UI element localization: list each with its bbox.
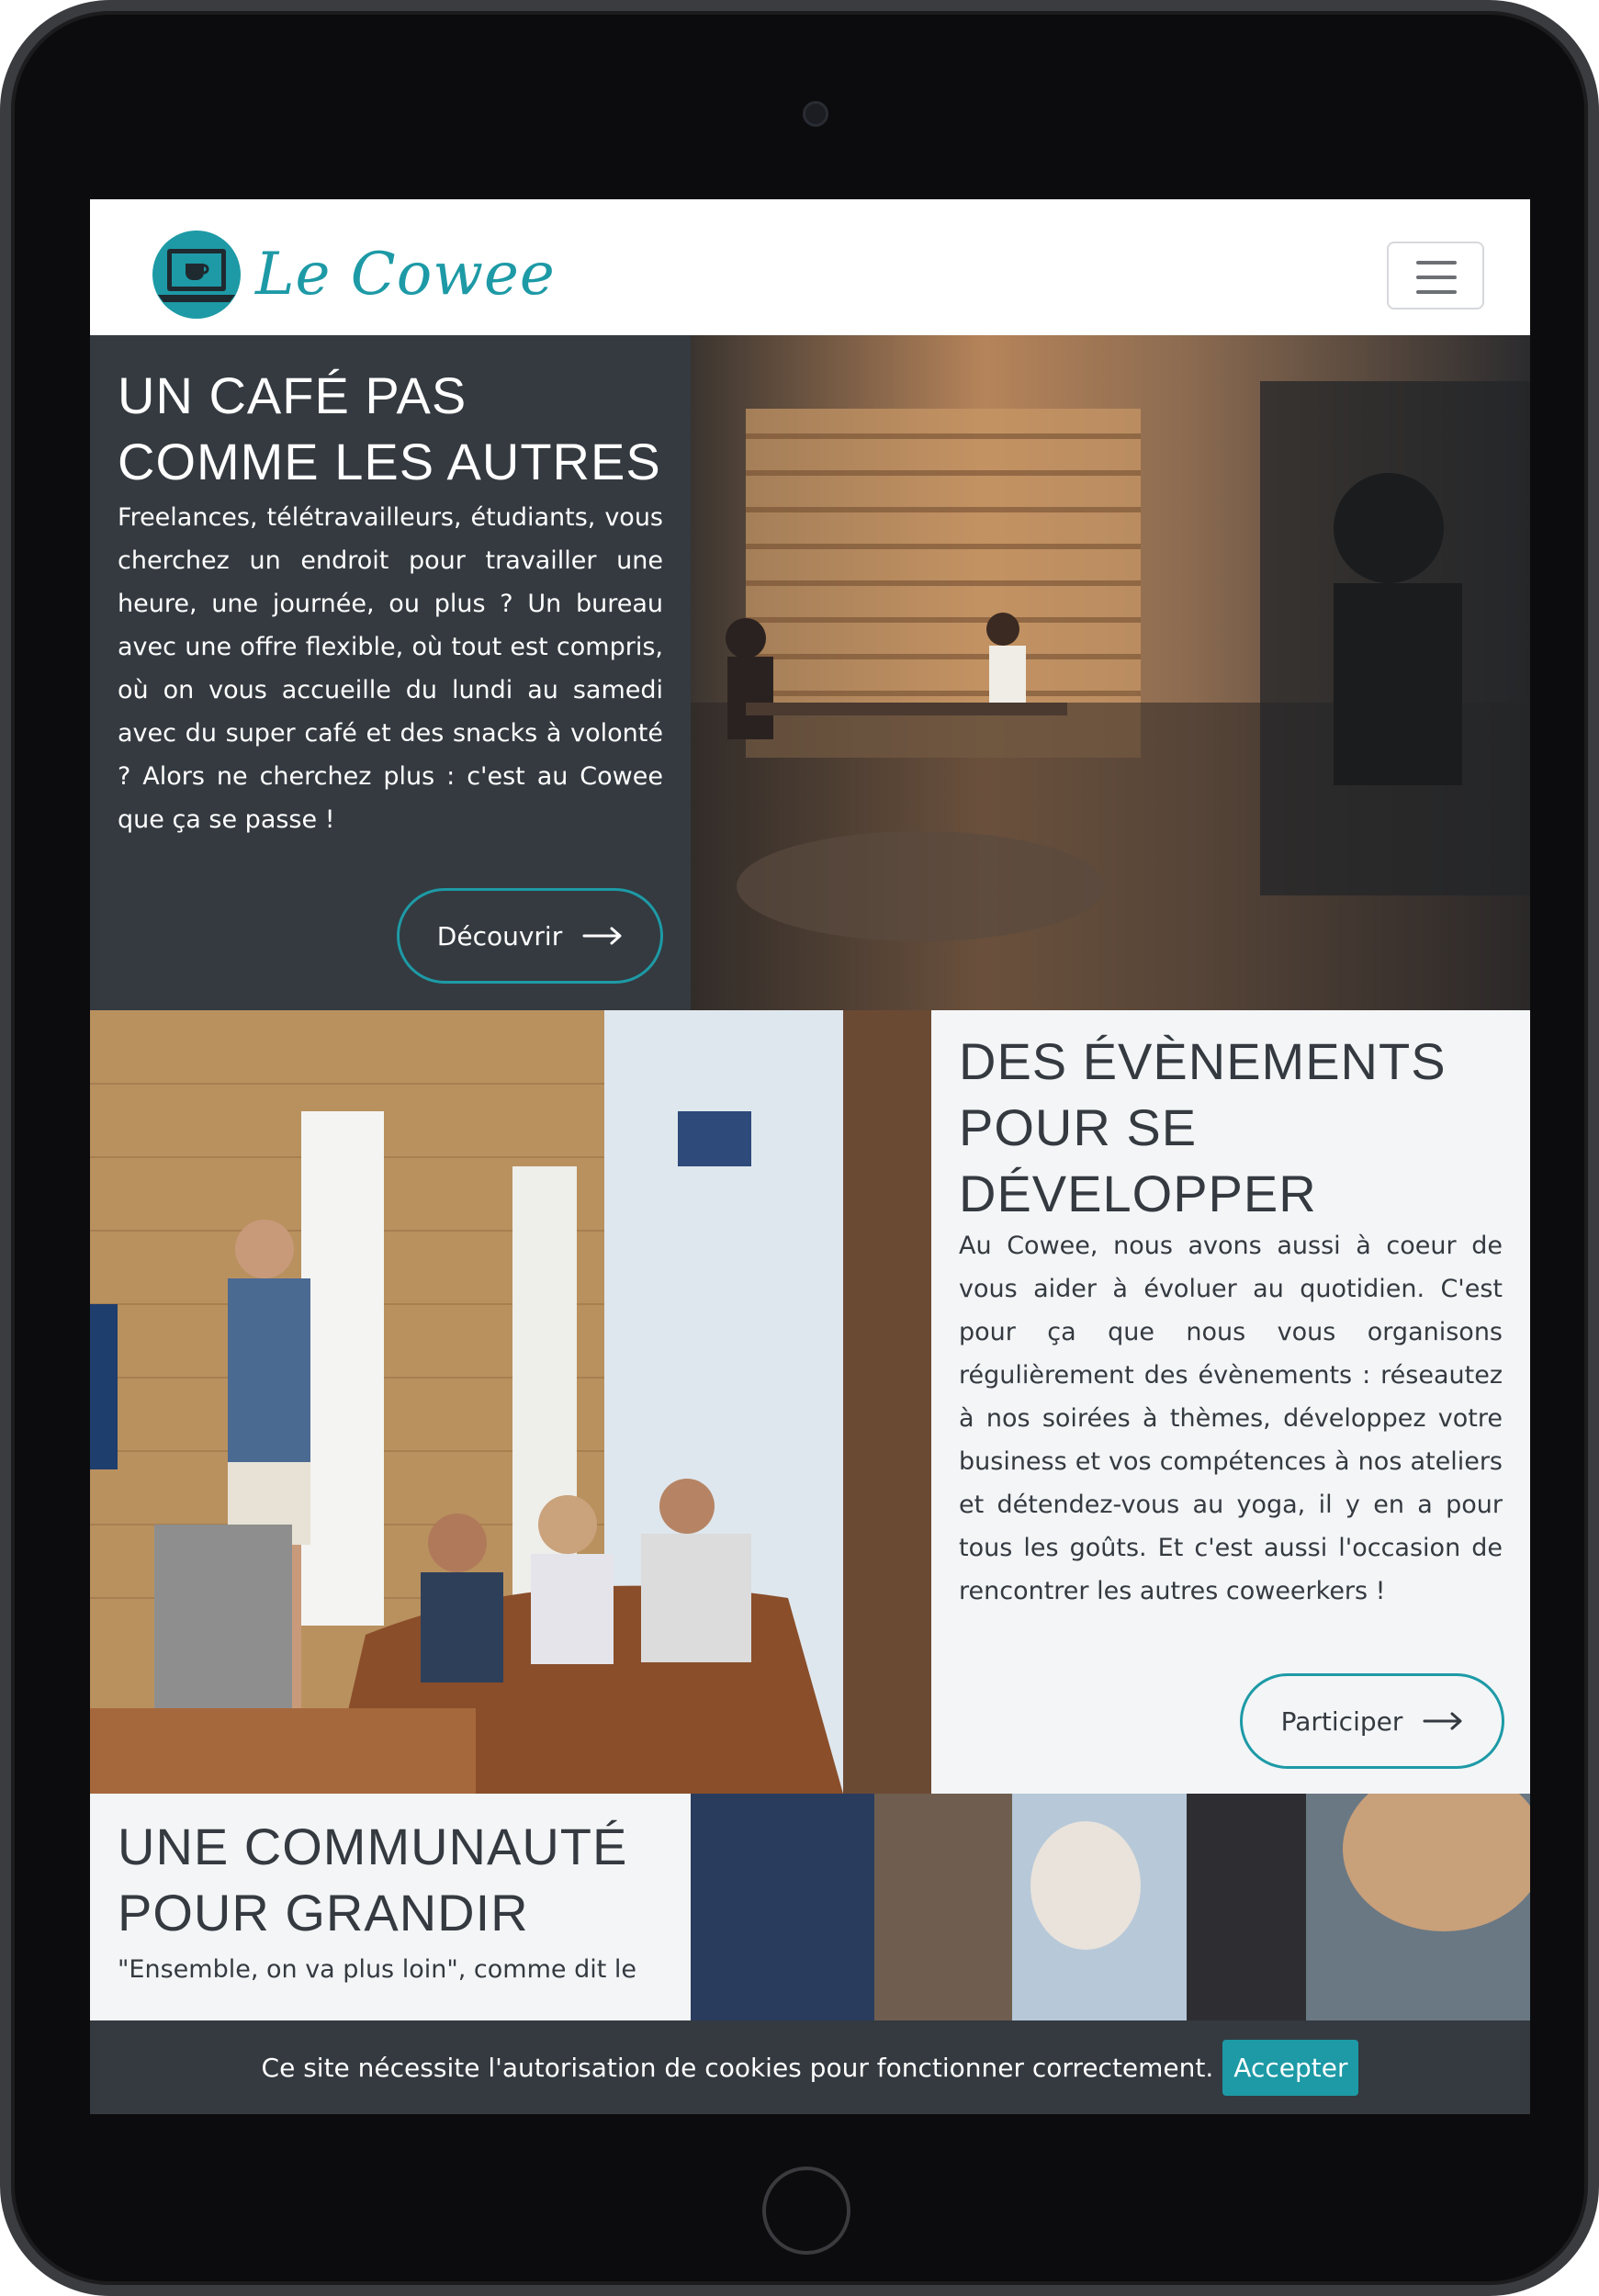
home-button[interactable]	[762, 2167, 850, 2255]
cookie-banner: Ce site nécessite l'autorisation de cook…	[90, 2020, 1530, 2114]
section1-title: UN CAFÉ PAS COMME LES AUTRES	[118, 366, 661, 490]
events-text-panel: DES ÉVÈNEMENTS POUR SE DÉVELOPPER Au Cow…	[931, 1010, 1530, 1794]
accept-cookies-button[interactable]: Accepter	[1222, 2039, 1359, 2096]
event-talk-photo	[90, 1010, 931, 1794]
navbar: Le Cowee	[90, 199, 1530, 335]
cookie-text: Ce site nécessite l'autorisation de cook…	[261, 2052, 1214, 2083]
hamburger-icon	[1416, 261, 1457, 264]
section3-title: UNE COMMUNAUTÉ POUR GRANDIR	[118, 1818, 628, 1941]
participate-button[interactable]: Participer	[1240, 1673, 1504, 1769]
hamburger-line	[1416, 290, 1457, 294]
section3-text: "Ensemble, on va plus loin", comme dit l…	[118, 1955, 637, 1984]
discover-button[interactable]: Découvrir	[397, 888, 663, 984]
section2-text: Au Cowee, nous avons aussi à coeur de vo…	[959, 1232, 1503, 1605]
arrow-right-icon	[1423, 1712, 1462, 1730]
hamburger-line	[1416, 276, 1457, 279]
arrow-right-icon	[582, 927, 622, 945]
hero-text-panel: UN CAFÉ PAS COMME LES AUTRES Freelances,…	[90, 335, 691, 1010]
screen: Le Cowee UN CAFÉ PAS COMME LES AUTRES Fr…	[90, 199, 1530, 2114]
discover-label: Découvrir	[436, 920, 563, 951]
section2-title: DES ÉVÈNEMENTS POUR SE DÉVELOPPER	[959, 1032, 1447, 1222]
tablet-frame: Le Cowee UN CAFÉ PAS COMME LES AUTRES Fr…	[0, 0, 1599, 2296]
coworking-cafe-photo	[691, 335, 1530, 1010]
brand-name: Le Cowee	[255, 241, 556, 309]
section1-text: Freelances, télétravailleurs, étudiants,…	[118, 503, 663, 834]
participate-label: Participer	[1280, 1705, 1403, 1737]
brand-link[interactable]: Le Cowee	[151, 229, 556, 321]
laptop-coffee-icon	[151, 229, 242, 321]
camera-icon	[803, 101, 828, 127]
navbar-toggler[interactable]	[1387, 242, 1484, 310]
